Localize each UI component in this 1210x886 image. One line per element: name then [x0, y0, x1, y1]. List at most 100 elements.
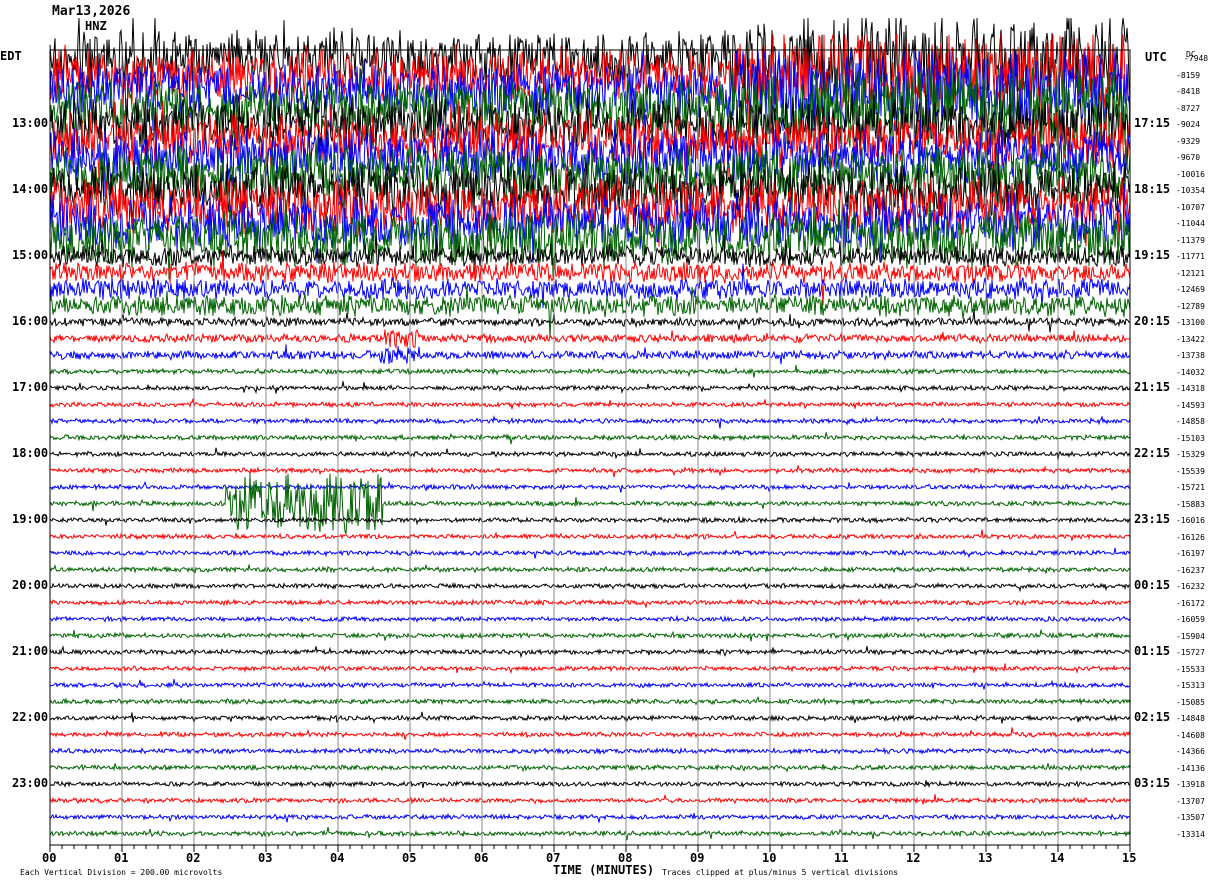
dc-offset-label: -14366 — [1176, 747, 1205, 756]
trace-25 — [49, 465, 1131, 478]
trace-36 — [49, 645, 1131, 659]
dc-offset-label: -11044 — [1176, 219, 1205, 228]
dc-offset-label: -11379 — [1176, 235, 1205, 245]
x-tick-label: 15 — [1122, 851, 1137, 865]
dc-offset-label: -15533 — [1176, 664, 1205, 674]
edt-hour-label: 21:00 — [12, 644, 49, 658]
trace-17 — [49, 328, 1131, 350]
trace-41 — [49, 727, 1131, 740]
edt-hour-label: 19:00 — [12, 512, 49, 526]
trace-18 — [49, 344, 1131, 365]
dc-offset-label: -8418 — [1176, 87, 1201, 96]
utc-hour-label: 18:15 — [1134, 182, 1171, 196]
dc-offset-label: -12121 — [1176, 268, 1205, 278]
trace-35 — [49, 629, 1131, 642]
dc-offset-label: -13422 — [1176, 334, 1205, 344]
trace-29 — [49, 529, 1131, 541]
dc-offset-label: -15904 — [1176, 631, 1205, 641]
dc-offset-label: -16172 — [1176, 598, 1205, 608]
dc-offset-label: -14593 — [1176, 400, 1205, 410]
x-tick-label: 00 — [42, 851, 57, 865]
edt-hour-label: 14:00 — [12, 182, 49, 196]
dc-offset-label: -13738 — [1176, 351, 1205, 360]
dc-offset-label: -13707 — [1176, 796, 1205, 806]
dc-offset-label: -9670 — [1176, 153, 1201, 162]
dc-offset-label: -15103 — [1176, 433, 1205, 443]
dc-offset-label: -14848 — [1176, 714, 1205, 723]
trace-40 — [49, 711, 1131, 725]
edt-hour-label: 18:00 — [12, 446, 49, 460]
utc-hour-label: 21:15 — [1134, 380, 1171, 394]
trace-43 — [49, 763, 1131, 773]
dc-offset-label: -15727 — [1176, 648, 1205, 657]
dc-offset-label: -14608 — [1176, 730, 1205, 740]
utc-hour-label: 22:15 — [1134, 446, 1171, 460]
dc-offset-label: -9024 — [1176, 120, 1201, 129]
dc-offset-label: -13100 — [1176, 318, 1205, 327]
x-tick-label: 02 — [186, 851, 201, 865]
dc-offset-label: -16232 — [1176, 582, 1205, 591]
trace-24 — [49, 447, 1131, 461]
dc-offset-label: -8159 — [1176, 70, 1201, 80]
x-tick-label: 11 — [834, 851, 849, 865]
dc-offset-label: -10016 — [1176, 169, 1205, 179]
dc-offset-label: -14032 — [1176, 367, 1205, 377]
dc-offset-label: -14318 — [1176, 384, 1205, 393]
dc-offset-label: -15313 — [1176, 681, 1205, 690]
trace-38 — [49, 678, 1131, 690]
dc-offset-label: -15085 — [1176, 697, 1205, 707]
dc-offset-label: -15721 — [1176, 483, 1205, 492]
dc-offset-label: -15329 — [1176, 450, 1205, 459]
utc-hour-label: 02:15 — [1134, 710, 1171, 724]
trace-26 — [49, 480, 1131, 493]
edt-hour-label: 20:00 — [12, 578, 49, 592]
dc-offset-label: -8727 — [1176, 103, 1201, 113]
trace-37 — [49, 663, 1131, 674]
trace-31 — [49, 563, 1131, 574]
trace-28 — [49, 515, 1131, 526]
dc-offset-label: -9329 — [1176, 136, 1201, 146]
dc-offset-label: -16016 — [1176, 516, 1205, 525]
x-tick-label: 13 — [978, 851, 993, 865]
dc-offset-label: -13918 — [1176, 780, 1205, 789]
trace-44 — [49, 779, 1131, 789]
dc-offset-label: -11771 — [1176, 252, 1205, 261]
dc-offset-label: -14136 — [1176, 763, 1205, 773]
trace-30 — [49, 547, 1131, 559]
trace-45 — [49, 794, 1131, 805]
x-tick-label: 06 — [474, 851, 489, 865]
dc-offset-label: -14858 — [1176, 417, 1205, 426]
scale-note: Each Vertical Division = 200.00 microvol… — [20, 868, 223, 877]
dc-offset-label: -15883 — [1176, 499, 1205, 509]
utc-hour-label: 01:15 — [1134, 644, 1171, 658]
trace-19 — [49, 364, 1131, 378]
edt-hour-label: 15:00 — [12, 248, 49, 262]
dc-offset-label: -16059 — [1176, 615, 1205, 624]
trace-21 — [49, 398, 1130, 410]
trace-22 — [49, 415, 1131, 429]
utc-hour-label: 17:15 — [1134, 116, 1171, 130]
right-zone-label: UTC — [1145, 50, 1167, 64]
utc-hour-label: 00:15 — [1134, 578, 1171, 592]
x-tick-label: 01 — [114, 851, 129, 865]
clip-note: Traces clipped at plus/minus 5 vertical … — [662, 868, 899, 877]
x-tick-label: 04 — [330, 851, 345, 865]
trace-20 — [49, 381, 1131, 395]
dc-offset-label: -15539 — [1176, 466, 1205, 476]
x-tick-label: 03 — [258, 851, 273, 865]
dc-offset-label: -16237 — [1176, 565, 1205, 575]
x-tick-label: 09 — [690, 851, 705, 865]
dc-offset-label: -12469 — [1176, 285, 1205, 294]
utc-hour-label: 19:15 — [1134, 248, 1171, 262]
trace-47 — [49, 827, 1131, 841]
trace-42 — [49, 746, 1131, 756]
x-tick-label: 12 — [906, 851, 921, 865]
trace-34 — [49, 614, 1131, 624]
left-zone-label: EDT — [0, 49, 22, 63]
edt-hour-label: 17:00 — [12, 380, 49, 394]
dc-offset-label: -13314 — [1176, 829, 1205, 839]
edt-hour-label: 16:00 — [12, 314, 49, 328]
dc-offset-label: -10707 — [1176, 202, 1205, 212]
dc-offset-label: -7948 — [1184, 54, 1209, 63]
utc-hour-label: 23:15 — [1134, 512, 1171, 526]
